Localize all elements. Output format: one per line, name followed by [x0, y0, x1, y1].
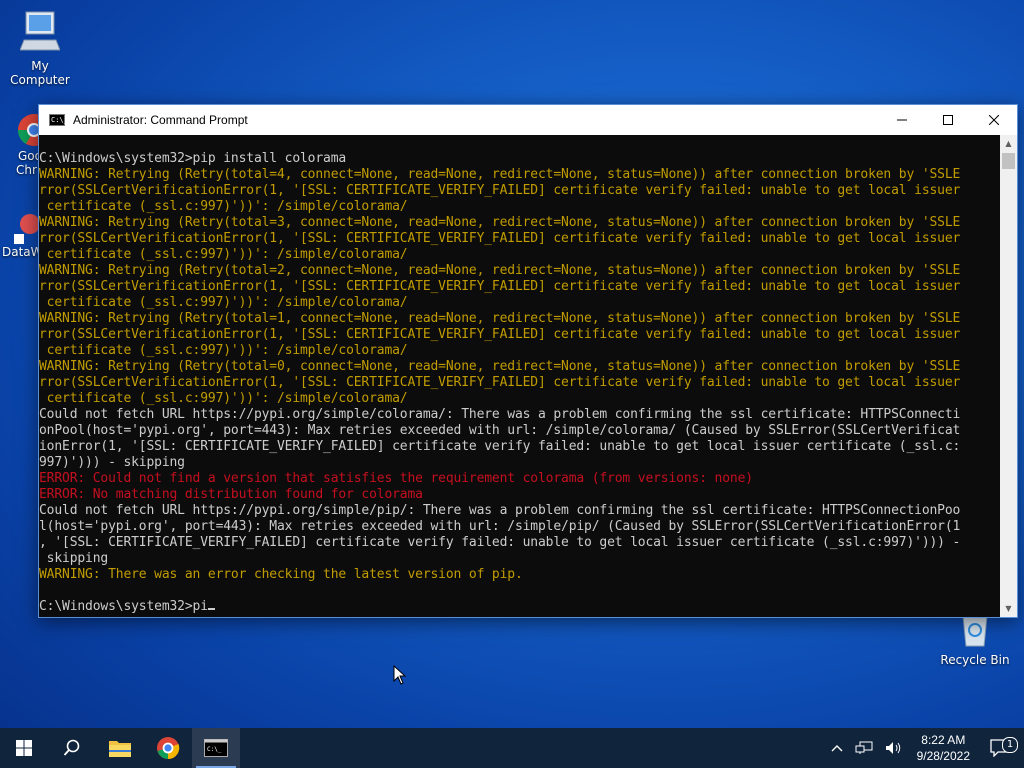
- console-line: Could not fetch URL https://pypi.org/sim…: [39, 407, 961, 422]
- console-line: WARNING: Retrying (Retry(total=4, connec…: [39, 167, 961, 182]
- minimize-icon: [897, 119, 907, 121]
- console-line: rror(SSLCertVerificationError(1, '[SSL: …: [39, 231, 961, 246]
- console-line: certificate (_ssl.c:997)'))': /simple/co…: [39, 199, 408, 214]
- chrome-icon: [17, 114, 40, 146]
- maximize-button[interactable]: [925, 105, 971, 135]
- svg-text:C:\_: C:\_: [207, 746, 222, 753]
- desktop-icon-my-computer[interactable]: My Computer: [0, 10, 80, 87]
- console-line: WARNING: Retrying (Retry(total=1, connec…: [39, 311, 961, 326]
- clock-date: 9/28/2022: [916, 749, 970, 763]
- console-line: certificate (_ssl.c:997)'))': /simple/co…: [39, 391, 408, 406]
- console-line: rror(SSLCertVerificationError(1, '[SSL: …: [39, 279, 961, 294]
- console-line: certificate (_ssl.c:997)'))': /simple/co…: [39, 295, 408, 310]
- cmd-icon: C:\_: [204, 739, 228, 757]
- console-output[interactable]: C:\Windows\system32>pip install colorama…: [39, 135, 1000, 617]
- console-line: skipping: [39, 551, 109, 566]
- console-line: l(host='pypi.org', port=443): Max retrie…: [39, 519, 961, 534]
- console-line: WARNING: Retrying (Retry(total=0, connec…: [39, 359, 961, 374]
- chevron-up-icon: [831, 745, 843, 752]
- recycle-bin-icon: [962, 615, 988, 647]
- taskbar: C:\_ 8:22 AM 9/28/2022 1: [0, 728, 1024, 768]
- console-line: WARNING: Retrying (Retry(total=3, connec…: [39, 215, 961, 230]
- desktop-icon-label: My Computer: [10, 59, 70, 87]
- volume-button[interactable]: [879, 741, 909, 755]
- vertical-scrollbar[interactable]: ▲ ▼: [1000, 135, 1017, 617]
- text-cursor: [207, 608, 215, 610]
- show-hidden-icons-button[interactable]: [825, 744, 849, 752]
- desktop-icon-dataw[interactable]: DataW: [0, 208, 40, 259]
- folder-icon: [109, 741, 131, 757]
- console-line: onPool(host='pypi.org', port=443): Max r…: [39, 423, 961, 438]
- search-button[interactable]: [48, 728, 96, 768]
- scroll-down-arrow-icon[interactable]: ▼: [1000, 600, 1017, 617]
- console-prompt-text: C:\Windows\system32>pi: [39, 599, 208, 614]
- desktop-icon-label-line1: Goo: [18, 149, 40, 163]
- taskbar-file-explorer[interactable]: [96, 728, 144, 768]
- console-line: 997)'))) - skipping: [39, 455, 185, 470]
- console-line: C:\Windows\system32>pip install colorama: [39, 151, 347, 166]
- console-line: ERROR: Could not find a version that sat…: [39, 471, 753, 486]
- network-button[interactable]: [849, 741, 879, 755]
- notification-count-badge: 1: [1002, 737, 1018, 753]
- scrollbar-thumb[interactable]: [1002, 153, 1015, 169]
- network-icon: [855, 741, 873, 754]
- console-line: ionError(1, '[SSL: CERTIFICATE_VERIFY_FA…: [39, 439, 961, 454]
- cmd-icon: C:\_: [49, 114, 68, 126]
- clock-time: 8:22 AM: [921, 733, 966, 747]
- window-title: Administrator: Command Prompt: [73, 113, 248, 127]
- command-prompt-window[interactable]: C:\_ Administrator: Command Prompt C:\Wi…: [38, 104, 1018, 618]
- taskbar-clock[interactable]: 8:22 AM 9/28/2022: [909, 732, 978, 764]
- maximize-icon: [943, 115, 953, 125]
- mouse-cursor-icon: [393, 665, 407, 685]
- desktop-icon-google-chrome[interactable]: Goo Chr: [0, 112, 40, 177]
- scroll-up-arrow-icon[interactable]: ▲: [1000, 135, 1017, 152]
- close-button[interactable]: [971, 105, 1017, 135]
- start-button[interactable]: [0, 728, 48, 768]
- chrome-icon: [157, 737, 180, 760]
- console-line: WARNING: Retrying (Retry(total=2, connec…: [39, 263, 961, 278]
- action-center-button[interactable]: 1: [978, 737, 1024, 757]
- dataw-icon: [14, 214, 40, 244]
- speaker-icon: [885, 742, 900, 754]
- taskbar-command-prompt[interactable]: C:\_: [192, 728, 240, 768]
- console-line: certificate (_ssl.c:997)'))': /simple/co…: [39, 247, 408, 262]
- console-line: ERROR: No matching distribution found fo…: [39, 487, 423, 502]
- search-icon: [63, 739, 80, 756]
- desktop-icon-label: Goo Chr: [0, 149, 40, 177]
- close-icon: [989, 115, 999, 125]
- console-prompt-line[interactable]: C:\Windows\system32>pi: [39, 599, 1000, 615]
- desktop-icon-recycle-bin[interactable]: Recycle Bin: [935, 614, 1015, 667]
- taskbar-chrome[interactable]: [144, 728, 192, 768]
- console-line: WARNING: There was an error checking the…: [39, 567, 523, 582]
- desktop-icon-label: Recycle Bin: [940, 653, 1010, 667]
- console-line: , '[SSL: CERTIFICATE_VERIFY_FAILED] cert…: [39, 535, 961, 550]
- console-line: rror(SSLCertVerificationError(1, '[SSL: …: [39, 327, 961, 342]
- console-line: Could not fetch URL https://pypi.org/sim…: [39, 503, 961, 518]
- console-line: certificate (_ssl.c:997)'))': /simple/co…: [39, 343, 408, 358]
- desktop-icon-label-line2: Chr: [16, 163, 37, 177]
- desktop-icon-label: DataW: [2, 245, 40, 259]
- minimize-button[interactable]: [879, 105, 925, 135]
- console-line: rror(SSLCertVerificationError(1, '[SSL: …: [39, 183, 961, 198]
- windows-logo-icon: [16, 740, 32, 756]
- console-line: rror(SSLCertVerificationError(1, '[SSL: …: [39, 375, 961, 390]
- system-tray: 8:22 AM 9/28/2022 1: [825, 728, 1024, 768]
- window-titlebar[interactable]: C:\_ Administrator: Command Prompt: [39, 105, 1017, 135]
- computer-icon: [19, 11, 61, 51]
